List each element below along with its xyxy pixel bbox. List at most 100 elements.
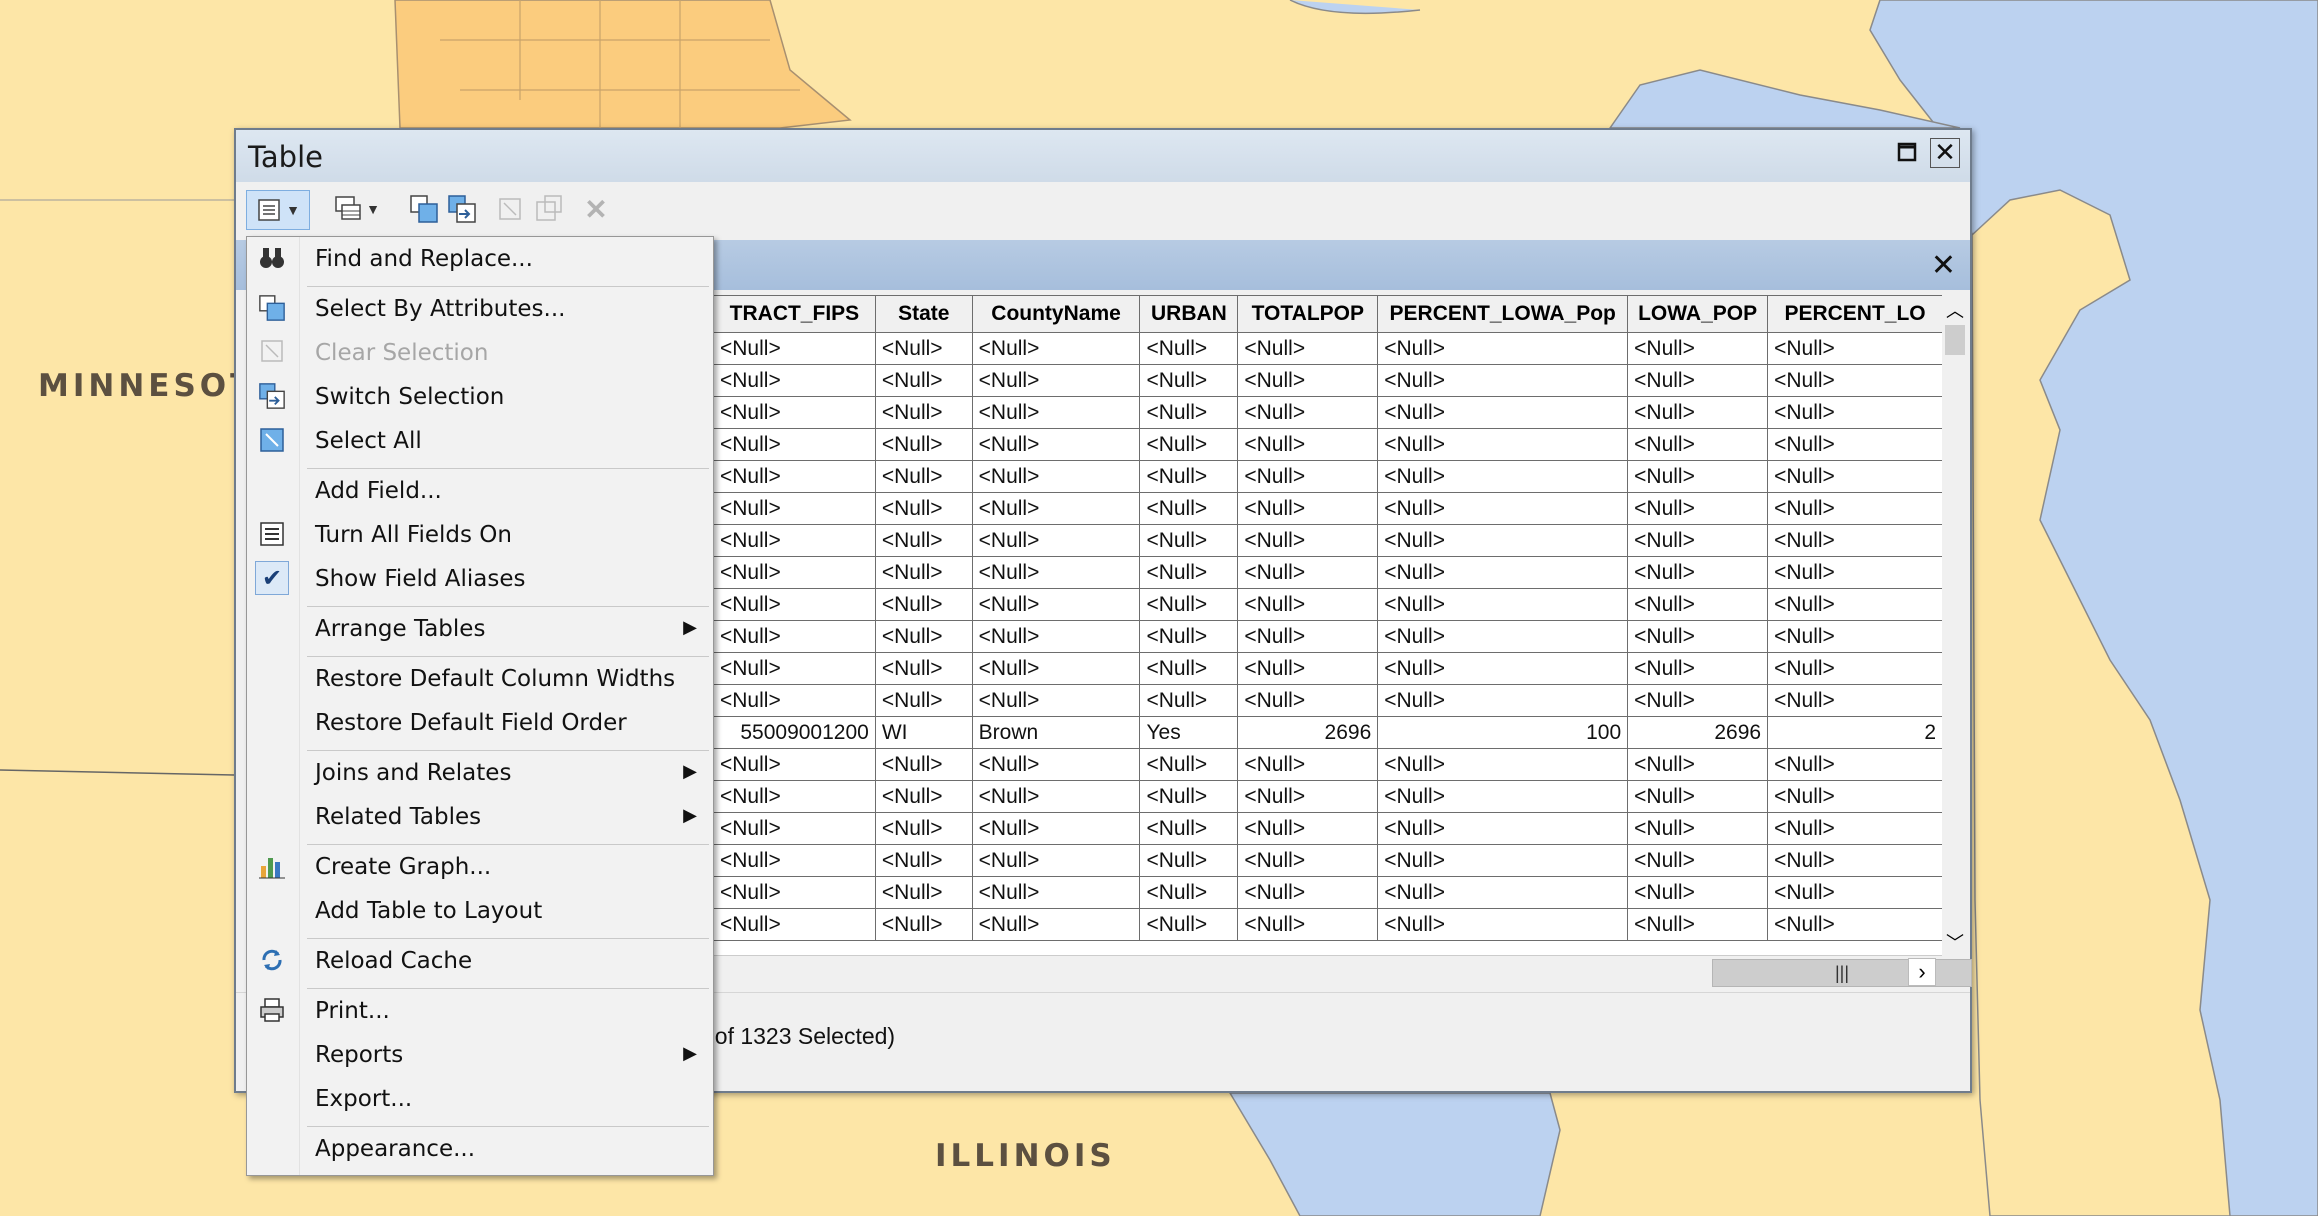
- scroll-thumb[interactable]: [1945, 325, 1965, 355]
- related-tables-button[interactable]: ▼: [328, 190, 386, 228]
- table-cell[interactable]: <Null>: [971, 652, 1141, 685]
- table-row[interactable]: <Null> <Null> <Null> <Null> <Null> <Null> <Nul…: [713, 748, 1943, 781]
- table-cell[interactable]: <Null>: [1767, 364, 1943, 397]
- table-row[interactable]: <Null> <Null> <Null> <Null> <Null> <Null> <Nul…: [713, 524, 1943, 557]
- table-cell[interactable]: <Null>: [1139, 780, 1239, 813]
- column-header[interactable]: LOWA_POP: [1627, 295, 1769, 333]
- table-cell[interactable]: <Null>: [874, 684, 973, 717]
- table-row[interactable]: <Null> <Null> <Null> <Null> <Null> <Null> <Nul…: [713, 780, 1943, 813]
- table-cell[interactable]: <Null>: [1767, 460, 1943, 493]
- table-cell[interactable]: <Null>: [1139, 460, 1239, 493]
- table-cell[interactable]: <Null>: [1627, 524, 1769, 557]
- menu-item-restore-default-field-order[interactable]: Restore Default Field Order: [247, 703, 713, 743]
- table-row[interactable]: <Null> <Null> <Null> <Null> <Null> <Null> <Nul…: [713, 844, 1943, 877]
- table-cell[interactable]: <Null>: [874, 908, 973, 941]
- table-cell[interactable]: <Null>: [874, 524, 973, 557]
- table-cell[interactable]: <Null>: [1377, 364, 1629, 397]
- table-cell[interactable]: <Null>: [1139, 684, 1239, 717]
- table-cell[interactable]: <Null>: [971, 364, 1141, 397]
- table-cell[interactable]: <Null>: [1237, 780, 1379, 813]
- table-cell[interactable]: <Null>: [1767, 844, 1943, 877]
- table-cell[interactable]: <Null>: [971, 780, 1141, 813]
- table-cell[interactable]: <Null>: [713, 556, 876, 589]
- menu-item-add-field[interactable]: Add Field...: [247, 471, 713, 511]
- column-header[interactable]: CountyName: [971, 295, 1141, 333]
- table-cell[interactable]: <Null>: [874, 812, 973, 845]
- table-cell[interactable]: <Null>: [1627, 684, 1769, 717]
- menu-item-arrange-tables[interactable]: Arrange Tables ▶: [247, 609, 713, 649]
- table-cell[interactable]: <Null>: [1377, 588, 1629, 621]
- table-cell[interactable]: <Null>: [1139, 524, 1239, 557]
- maximize-icon[interactable]: [1890, 138, 1924, 172]
- table-cell[interactable]: <Null>: [1767, 588, 1943, 621]
- table-cell[interactable]: <Null>: [971, 396, 1141, 429]
- table-cell[interactable]: <Null>: [971, 620, 1141, 653]
- table-cell[interactable]: <Null>: [1627, 812, 1769, 845]
- table-cell[interactable]: <Null>: [1377, 652, 1629, 685]
- table-cell[interactable]: <Null>: [1139, 428, 1239, 461]
- table-cell[interactable]: <Null>: [874, 844, 973, 877]
- table-cell[interactable]: <Null>: [874, 396, 973, 429]
- table-cell[interactable]: <Null>: [971, 428, 1141, 461]
- table-cell[interactable]: <Null>: [1767, 524, 1943, 557]
- table-row[interactable]: <Null> <Null> <Null> <Null> <Null> <Null> <Nul…: [713, 364, 1943, 397]
- table-cell[interactable]: 2: [1767, 716, 1943, 749]
- table-cell[interactable]: <Null>: [1767, 396, 1943, 429]
- menu-item-related-tables[interactable]: Related Tables ▶: [247, 797, 713, 837]
- table-cell[interactable]: <Null>: [1237, 908, 1379, 941]
- table-cell[interactable]: <Null>: [971, 492, 1141, 525]
- table-cell[interactable]: <Null>: [713, 684, 876, 717]
- table-cell[interactable]: <Null>: [1237, 428, 1379, 461]
- table-cell[interactable]: <Null>: [1627, 844, 1769, 877]
- table-row[interactable]: <Null> <Null> <Null> <Null> <Null> <Null> <Nul…: [713, 908, 1943, 941]
- table-cell[interactable]: <Null>: [1627, 364, 1769, 397]
- column-header[interactable]: PERCENT_LO: [1767, 295, 1943, 333]
- table-cell[interactable]: <Null>: [1627, 460, 1769, 493]
- window-titlebar[interactable]: Table ✕: [236, 130, 1970, 182]
- table-cell[interactable]: <Null>: [713, 620, 876, 653]
- table-cell[interactable]: <Null>: [1139, 812, 1239, 845]
- table-row[interactable]: <Null> <Null> <Null> <Null> <Null> <Null> <Nul…: [713, 396, 1943, 429]
- table-cell[interactable]: <Null>: [971, 684, 1141, 717]
- menu-item-create-graph[interactable]: Create Graph...: [247, 847, 713, 887]
- table-cell[interactable]: <Null>: [713, 332, 876, 365]
- table-cell[interactable]: <Null>: [971, 524, 1141, 557]
- table-cell[interactable]: Brown: [971, 716, 1141, 749]
- table-cell[interactable]: <Null>: [971, 876, 1141, 909]
- table-row[interactable]: <Null> <Null> <Null> <Null> <Null> <Null> <Nul…: [713, 588, 1943, 621]
- table-cell[interactable]: <Null>: [1237, 556, 1379, 589]
- table-cell[interactable]: <Null>: [713, 748, 876, 781]
- table-cell[interactable]: <Null>: [1377, 748, 1629, 781]
- menu-item-select-by-attributes[interactable]: Select By Attributes...: [247, 289, 713, 329]
- table-cell[interactable]: <Null>: [1377, 492, 1629, 525]
- table-cell[interactable]: <Null>: [1237, 844, 1379, 877]
- table-cell[interactable]: <Null>: [874, 620, 973, 653]
- menu-item-export[interactable]: Export...: [247, 1079, 713, 1119]
- table-cell[interactable]: <Null>: [1237, 588, 1379, 621]
- table-cell[interactable]: <Null>: [1767, 748, 1943, 781]
- table-row[interactable]: <Null> <Null> <Null> <Null> <Null> <Null> <Nul…: [713, 876, 1943, 909]
- table-cell[interactable]: <Null>: [874, 460, 973, 493]
- table-cell[interactable]: <Null>: [1237, 332, 1379, 365]
- table-cell[interactable]: <Null>: [713, 844, 876, 877]
- table-cell[interactable]: <Null>: [1377, 396, 1629, 429]
- table-cell[interactable]: <Null>: [1767, 556, 1943, 589]
- menu-item-turn-all-fields-on[interactable]: Turn All Fields On: [247, 515, 713, 555]
- delete-selected-button[interactable]: [532, 190, 568, 228]
- table-cell[interactable]: <Null>: [874, 748, 973, 781]
- table-cell[interactable]: <Null>: [1139, 396, 1239, 429]
- table-row[interactable]: <Null> <Null> <Null> <Null> <Null> <Null> <Nul…: [713, 428, 1943, 461]
- table-cell[interactable]: <Null>: [971, 556, 1141, 589]
- table-row[interactable]: 55009001200 WI Brown Yes 2696 100 2696 2: [713, 716, 1943, 749]
- column-header[interactable]: State: [874, 295, 973, 333]
- table-cell[interactable]: <Null>: [713, 588, 876, 621]
- table-cell[interactable]: <Null>: [1767, 908, 1943, 941]
- table-cell[interactable]: <Null>: [1767, 684, 1943, 717]
- table-cell[interactable]: <Null>: [1237, 620, 1379, 653]
- table-cell[interactable]: <Null>: [713, 524, 876, 557]
- table-cell[interactable]: <Null>: [1767, 428, 1943, 461]
- table-cell[interactable]: <Null>: [1377, 844, 1629, 877]
- table-cell[interactable]: <Null>: [1627, 428, 1769, 461]
- table-cell[interactable]: <Null>: [1767, 812, 1943, 845]
- clear-selection-button[interactable]: [494, 190, 526, 228]
